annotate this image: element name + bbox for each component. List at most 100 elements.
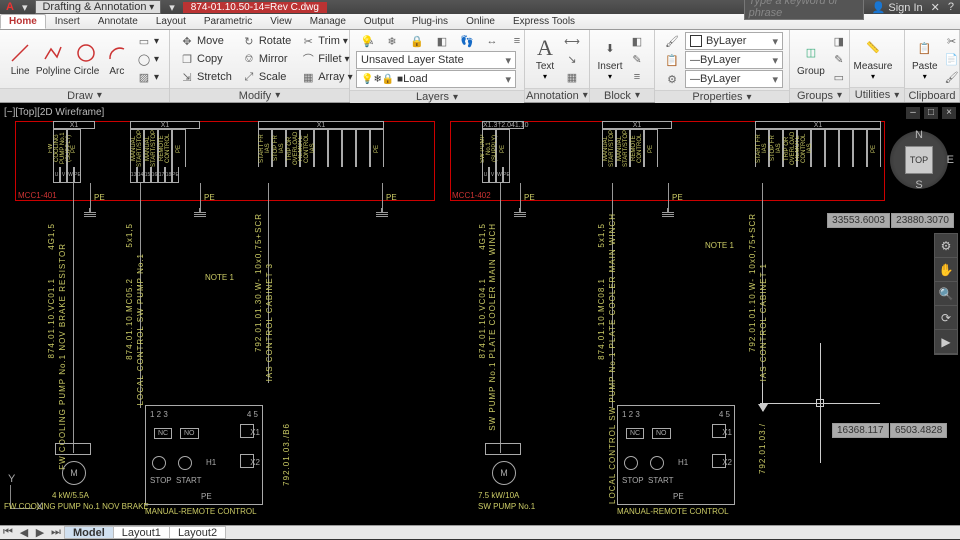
tab-nav-first[interactable]: ⏮ xyxy=(0,526,16,539)
layer-walk-icon[interactable]: 👣 xyxy=(456,32,478,50)
panel-modify-title[interactable]: Modify ▾ xyxy=(170,88,349,102)
insert-button[interactable]: ⬇Insert▾ xyxy=(596,34,624,84)
layer-lock-icon[interactable]: 🔒 xyxy=(406,32,428,50)
layout2-tab[interactable]: Layout2 xyxy=(169,526,226,539)
tab-layout[interactable]: Layout xyxy=(147,14,195,29)
drawing-content: MCC1-401 MCC1-402 X1 FW COOLING PUMP No.… xyxy=(0,103,960,525)
polyline-button[interactable]: Polyline xyxy=(36,34,70,84)
panel-modify: ✥Move ❐Copy ⇲Stretch ↻Rotate ⎊Mirror ⤢Sc… xyxy=(170,30,350,102)
linetype-combo[interactable]: — ByLayer▾ xyxy=(685,70,783,88)
exchange-icon[interactable]: ✕ xyxy=(931,1,940,14)
move-button[interactable]: ✥Move xyxy=(176,32,236,50)
layer-off-icon[interactable]: 💡 xyxy=(356,32,378,50)
panel-clipboard: 📋Paste▾ ✂ 📄 🖌 Clipboard xyxy=(905,30,960,102)
mcc-label-1: MCC1-401 xyxy=(18,191,57,200)
hatch-button[interactable]: ▨▾ xyxy=(133,68,163,86)
matchprop-icon[interactable]: 🖌 xyxy=(661,32,683,50)
paste-button[interactable]: 📋Paste▾ xyxy=(911,34,939,84)
panel-utilities: 📏Measure▾ Utilities ▾ xyxy=(850,30,905,102)
color-combo[interactable]: ByLayer▾ xyxy=(685,32,783,50)
layer-state-combo[interactable]: Unsaved Layer State▾ xyxy=(356,51,516,69)
panel-annotation: AText▾ ⟷ ↘ ▦ Annotation ▾ xyxy=(525,30,590,102)
tab-home[interactable]: Home xyxy=(0,14,46,29)
rotate-button[interactable]: ↻Rotate xyxy=(238,32,295,50)
tab-nav-last[interactable]: ⏭ xyxy=(48,526,64,539)
tab-insert[interactable]: Insert xyxy=(46,14,89,29)
array-button[interactable]: ▦Array ▾ xyxy=(297,68,356,86)
lineweight-combo[interactable]: — ByLayer▾ xyxy=(685,51,783,69)
tab-parametric[interactable]: Parametric xyxy=(195,14,261,29)
copy-clip-icon[interactable]: 📄 xyxy=(941,50,960,68)
panel-block-title[interactable]: Block ▾ xyxy=(590,88,654,102)
list-icon[interactable]: 📋 xyxy=(661,51,683,69)
scale-button[interactable]: ⤢Scale xyxy=(238,68,295,86)
trim-button[interactable]: ✂Trim ▾ xyxy=(297,32,356,50)
ungroup-icon[interactable]: ◨ xyxy=(828,32,850,50)
copy-button[interactable]: ❐Copy xyxy=(176,50,236,68)
measure-button[interactable]: 📏Measure▾ xyxy=(856,34,890,84)
groupbb-icon[interactable]: ▭ xyxy=(828,68,850,86)
cut-icon[interactable]: ✂ xyxy=(941,32,960,50)
tab-nav-prev[interactable]: ◀ xyxy=(16,526,32,539)
edit-block-icon[interactable]: ✎ xyxy=(626,50,648,68)
rectangle-button[interactable]: ▭▾ xyxy=(133,32,163,50)
keyword-search[interactable]: Type a keyword or phrase xyxy=(744,0,864,20)
footer-text-1: FW COOLING PUMP No.1 NOV BRAKE xyxy=(4,502,149,511)
panel-groups-title[interactable]: Groups ▾ xyxy=(790,88,849,102)
tab-view[interactable]: View xyxy=(261,14,301,29)
cursor-coord-1: 16368.117 xyxy=(832,423,889,438)
mcc-label-2: MCC1-402 xyxy=(452,191,491,200)
layer-current-combo[interactable]: 💡❄🔒 ■ Load▾ xyxy=(356,70,516,88)
panel-properties-title[interactable]: Properties ▾ xyxy=(655,90,789,103)
layer-iso-icon[interactable]: ◧ xyxy=(431,32,453,50)
tab-output[interactable]: Output xyxy=(355,14,403,29)
signin-button[interactable]: 👤 Sign In xyxy=(872,1,923,14)
help-icon[interactable]: ? xyxy=(948,1,954,13)
properties-icon[interactable]: ⚙ xyxy=(661,70,683,88)
term-block-5: X1 MANUAL START/STOPMANUAL START/STOPREM… xyxy=(602,121,672,167)
ellipse-button[interactable]: ◯▾ xyxy=(133,50,163,68)
dim-linear-icon[interactable]: ⟷ xyxy=(561,32,583,50)
layout-tabs: ⏮ ◀ ▶ ⏭ Model Layout1 Layout2 xyxy=(0,525,960,539)
panel-block: ⬇Insert▾ ◧ ✎ ≡ Block ▾ xyxy=(590,30,655,102)
table-icon[interactable]: ▦ xyxy=(561,68,583,86)
create-block-icon[interactable]: ◧ xyxy=(626,32,648,50)
tab-nav-next[interactable]: ▶ xyxy=(32,526,48,539)
layout1-tab[interactable]: Layout1 xyxy=(113,526,170,539)
layer-freeze-icon[interactable]: ❄ xyxy=(381,32,403,50)
term-block-2: X1 MANUAL START/STOPMANUAL START/STOPREM… xyxy=(130,121,200,183)
drawing-canvas[interactable]: [−][Top][2D Wireframe] – □ × TOP N S E 3… xyxy=(0,103,960,525)
layer-change-icon[interactable]: ↔ xyxy=(481,32,503,50)
file-tab[interactable]: 874-01.10.50-14=Rev C.dwg xyxy=(183,2,327,13)
tab-annotate[interactable]: Annotate xyxy=(89,14,147,29)
matchprop2-icon[interactable]: 🖌 xyxy=(941,68,960,86)
leader-icon[interactable]: ↘ xyxy=(561,50,583,68)
stretch-button[interactable]: ⇲Stretch xyxy=(176,68,236,86)
group-button[interactable]: ◫Group xyxy=(796,34,826,84)
arc-button[interactable]: Arc xyxy=(103,34,131,84)
line-button[interactable]: Line xyxy=(6,34,34,84)
tab-plugins[interactable]: Plug-ins xyxy=(403,14,457,29)
panel-layers-title[interactable]: Layers ▾ xyxy=(350,90,524,103)
tab-express[interactable]: Express Tools xyxy=(504,14,584,29)
tab-online[interactable]: Online xyxy=(457,14,504,29)
term-block-4: X1.3†2.041.10 SW PUMP No.1 (SUPPLY)PE UV… xyxy=(482,121,524,183)
panel-utilities-title[interactable]: Utilities ▾ xyxy=(850,87,904,102)
mirror-button[interactable]: ⎊Mirror xyxy=(238,50,295,68)
control-box-1: 1 2 34 5 NC NO X1 H1 X2 STOP START PE xyxy=(145,405,263,505)
panel-draw: Line Polyline Circle Arc ▭▾ ◯▾ ▨▾ Draw ▾ xyxy=(0,30,170,102)
circle-button[interactable]: Circle xyxy=(72,34,100,84)
text-button[interactable]: AText▾ xyxy=(531,34,559,84)
groupedit-icon[interactable]: ✎ xyxy=(828,50,850,68)
app-icon[interactable]: A xyxy=(6,1,14,13)
workspace-dropdown[interactable]: Drafting & Annotation ▾ xyxy=(35,0,161,14)
term-block-3: X1 START FR IASSTOP FR IASTRIP OR OVERLO… xyxy=(258,121,384,167)
model-tab[interactable]: Model xyxy=(64,526,114,539)
attr-block-icon[interactable]: ≡ xyxy=(626,68,648,86)
panel-draw-title[interactable]: Draw ▾ xyxy=(0,88,169,102)
panel-annotation-title[interactable]: Annotation ▾ xyxy=(525,88,589,102)
term-block-1: X1 FW COOLING PUMP No.1 (SUPPLY)PE UVWPE xyxy=(53,121,95,183)
fillet-button[interactable]: ⌒Fillet ▾ xyxy=(297,50,356,68)
term-block-6: X1 START FR IASSTOP FR IASTRIP OR OVERLO… xyxy=(755,121,881,167)
tab-manage[interactable]: Manage xyxy=(301,14,355,29)
